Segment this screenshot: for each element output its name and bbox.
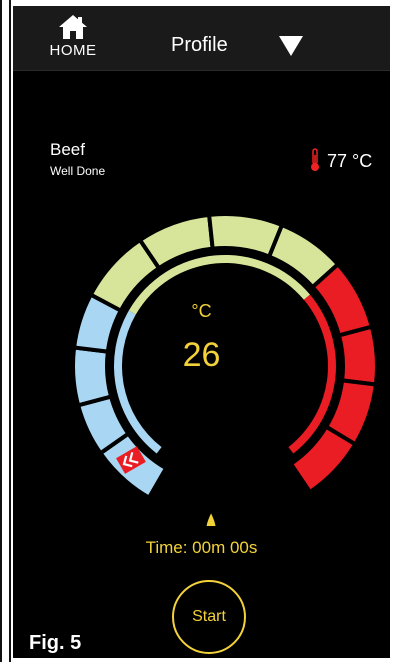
home-button[interactable]: HOME [43, 14, 103, 68]
thermometer-icon [311, 148, 319, 171]
start-button[interactable]: Start [172, 580, 246, 654]
food-name: Beef [50, 140, 85, 159]
doneness-level: Well Done [50, 164, 106, 178]
figure-label: Fig. 5 [29, 632, 82, 654]
ambient-temperature: 77 °C [309, 148, 372, 172]
top-bar: HOME Profile [13, 6, 390, 71]
ambient-value: 77 °C [327, 151, 373, 171]
app-screen: HOME Profile Beef Well Done 77 °C °C 26 … [13, 6, 390, 658]
home-icon [59, 15, 87, 39]
profile-label[interactable]: Profile [171, 34, 228, 57]
home-label: HOME [49, 42, 97, 59]
temperature-unit: °C [191, 301, 212, 321]
drop-marker-icon [206, 513, 216, 526]
cook-timer: Time: 00m 00s [145, 538, 258, 557]
left-frame-line [0, 0, 2, 662]
current-temperature: 26 [182, 336, 221, 374]
inner-frame-line [9, 0, 11, 662]
triangle-down-icon[interactable] [279, 36, 303, 56]
